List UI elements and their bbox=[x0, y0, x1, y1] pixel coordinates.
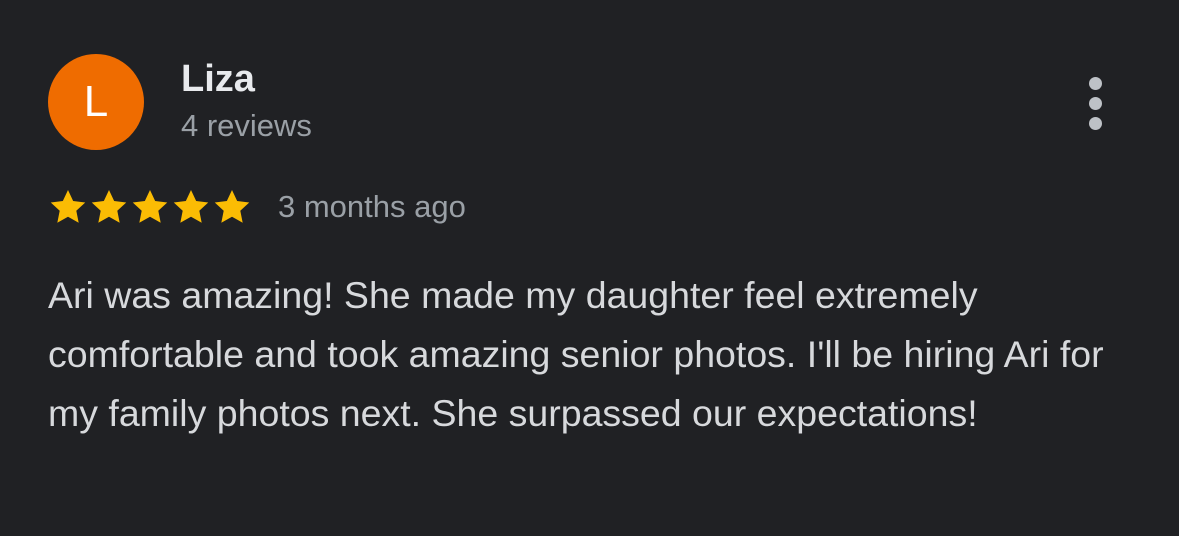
review-text: Ari was amazing! She made my daughter fe… bbox=[48, 274, 1104, 434]
star-icon bbox=[212, 187, 252, 227]
avatar-initial: L bbox=[83, 77, 109, 126]
review-date: 3 months ago bbox=[278, 189, 466, 224]
author-review-count: 4 reviews bbox=[181, 108, 312, 143]
star-icon bbox=[48, 187, 88, 227]
review-card: L Liza 4 reviews 3 months ago Ari was am… bbox=[0, 0, 1179, 536]
star-icon bbox=[130, 187, 170, 227]
rating-row: 3 months ago bbox=[48, 186, 466, 228]
more-options-button[interactable] bbox=[1072, 70, 1118, 136]
avatar[interactable]: L bbox=[48, 54, 144, 150]
star-icon bbox=[89, 187, 129, 227]
star-rating bbox=[48, 187, 252, 227]
more-vertical-icon bbox=[1088, 76, 1102, 130]
author-name[interactable]: Liza bbox=[181, 57, 255, 101]
star-icon bbox=[171, 187, 211, 227]
